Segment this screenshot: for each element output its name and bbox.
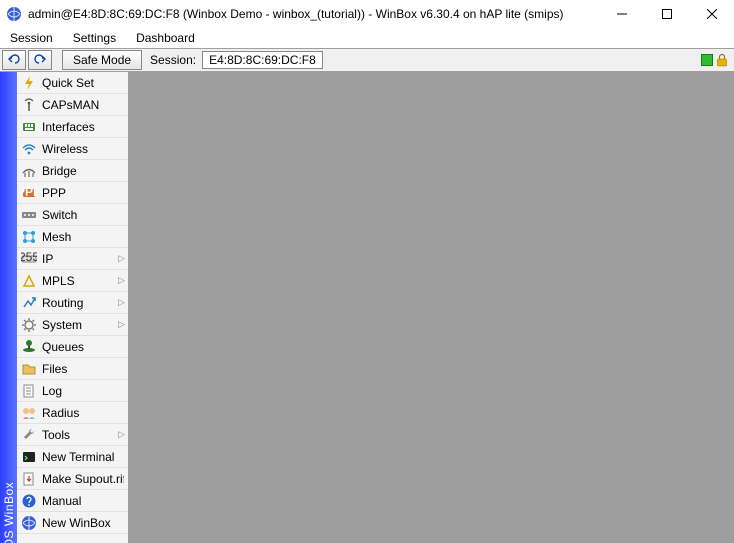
system-icon bbox=[21, 317, 37, 333]
sidebar-item-label: Make Supout.rif bbox=[42, 472, 124, 486]
session-value-box[interactable]: E4:8D:8C:69:DC:F8 bbox=[202, 51, 323, 69]
sidebar-item-quick-set[interactable]: Quick Set bbox=[17, 72, 128, 94]
undo-icon bbox=[7, 53, 21, 68]
window-title: admin@E4:8D:8C:69:DC:F8 (Winbox Demo - w… bbox=[28, 7, 599, 21]
sidebar-item-label: Wireless bbox=[42, 142, 124, 156]
wifi-icon bbox=[21, 141, 37, 157]
sidebar-item-new-terminal[interactable]: New Terminal bbox=[17, 446, 128, 468]
chevron-right-icon: ▷ bbox=[118, 275, 124, 286]
chevron-right-icon: ▷ bbox=[118, 253, 124, 264]
sidebar-item-ppp[interactable]: PPP bbox=[17, 182, 128, 204]
sidebar-item-label: Quick Set bbox=[42, 76, 124, 90]
sidebar-item-label: Switch bbox=[42, 208, 124, 222]
sidebar-item-label: Bridge bbox=[42, 164, 124, 178]
log-icon bbox=[21, 383, 37, 399]
ip-icon bbox=[21, 251, 37, 267]
sidebar-item-label: Tools bbox=[42, 428, 113, 442]
mpls-icon bbox=[21, 273, 37, 289]
minimize-button[interactable] bbox=[599, 0, 644, 28]
undo-button[interactable] bbox=[2, 50, 26, 70]
vertical-brand-bar: outerOS WinBox bbox=[0, 72, 17, 543]
sidebar-item-label: Queues bbox=[42, 340, 124, 354]
tools-icon bbox=[21, 427, 37, 443]
sidebar-item-log[interactable]: Log bbox=[17, 380, 128, 402]
sidebar-item-label: New Terminal bbox=[42, 450, 124, 464]
sidebar-item-label: Files bbox=[42, 362, 124, 376]
chevron-right-icon: ▷ bbox=[118, 319, 124, 330]
ppp-icon bbox=[21, 185, 37, 201]
sidebar-item-make-supout-rif[interactable]: Make Supout.rif bbox=[17, 468, 128, 490]
sidebar-item-tools[interactable]: Tools ▷ bbox=[17, 424, 128, 446]
terminal-icon bbox=[21, 449, 37, 465]
main-area: outerOS WinBox Quick Set CAPsMAN Interface… bbox=[0, 72, 734, 543]
chevron-right-icon: ▷ bbox=[118, 429, 124, 440]
sidebar-item-label: CAPsMAN bbox=[42, 98, 124, 112]
sidebar-item-label: Log bbox=[42, 384, 124, 398]
sidebar-item-label: PPP bbox=[42, 186, 124, 200]
sidebar-item-capsman[interactable]: CAPsMAN bbox=[17, 94, 128, 116]
lock-icon bbox=[716, 53, 728, 67]
sidebar-item-queues[interactable]: Queues bbox=[17, 336, 128, 358]
sidebar-item-label: New WinBox bbox=[42, 516, 124, 530]
files-icon bbox=[21, 361, 37, 377]
sidebar-item-label: Mesh bbox=[42, 230, 124, 244]
redo-icon bbox=[33, 53, 47, 68]
window-controls bbox=[599, 0, 734, 28]
sidebar-item-label: Interfaces bbox=[42, 120, 124, 134]
switch-icon bbox=[21, 207, 37, 223]
sidebar-item-ip[interactable]: IP ▷ bbox=[17, 248, 128, 270]
menu-session[interactable]: Session bbox=[6, 29, 57, 47]
bridge-icon bbox=[21, 163, 37, 179]
menu-settings[interactable]: Settings bbox=[69, 29, 120, 47]
mesh-icon bbox=[21, 229, 37, 245]
toolbar-status bbox=[701, 53, 732, 67]
sidebar-item-system[interactable]: System ▷ bbox=[17, 314, 128, 336]
menubar: Session Settings Dashboard bbox=[0, 28, 734, 48]
winbox-icon bbox=[21, 515, 37, 531]
toolbar: Safe Mode Session: E4:8D:8C:69:DC:F8 bbox=[0, 48, 734, 72]
sidebar-item-mesh[interactable]: Mesh bbox=[17, 226, 128, 248]
sidebar: Quick Set CAPsMAN Interfaces Wireless Bridge… bbox=[17, 72, 129, 543]
redo-button[interactable] bbox=[28, 50, 52, 70]
sidebar-item-label: Radius bbox=[42, 406, 124, 420]
menu-dashboard[interactable]: Dashboard bbox=[132, 29, 199, 47]
status-square-icon bbox=[701, 54, 713, 66]
sidebar-item-radius[interactable]: Radius bbox=[17, 402, 128, 424]
sidebar-item-mpls[interactable]: MPLS ▷ bbox=[17, 270, 128, 292]
antenna-icon bbox=[21, 97, 37, 113]
sidebar-item-routing[interactable]: Routing ▷ bbox=[17, 292, 128, 314]
sidebar-item-label: MPLS bbox=[42, 274, 113, 288]
safe-mode-label: Safe Mode bbox=[73, 53, 131, 67]
vertical-brand-text: outerOS WinBox bbox=[2, 482, 16, 543]
sidebar-item-label: Routing bbox=[42, 296, 113, 310]
app-icon bbox=[6, 6, 22, 22]
sidebar-item-manual[interactable]: Manual bbox=[17, 490, 128, 512]
ethernet-icon bbox=[21, 119, 37, 135]
session-label: Session: bbox=[150, 53, 196, 67]
sidebar-item-new-winbox[interactable]: New WinBox bbox=[17, 512, 128, 534]
workspace bbox=[129, 72, 734, 543]
sidebar-item-wireless[interactable]: Wireless bbox=[17, 138, 128, 160]
sidebar-item-bridge[interactable]: Bridge bbox=[17, 160, 128, 182]
sidebar-item-label: System bbox=[42, 318, 113, 332]
queues-icon bbox=[21, 339, 37, 355]
sidebar-item-interfaces[interactable]: Interfaces bbox=[17, 116, 128, 138]
supout-icon bbox=[21, 471, 37, 487]
chevron-right-icon: ▷ bbox=[118, 297, 124, 308]
bolt-icon bbox=[21, 75, 37, 91]
safe-mode-button[interactable]: Safe Mode bbox=[62, 50, 142, 70]
maximize-button[interactable] bbox=[644, 0, 689, 28]
sidebar-item-label: IP bbox=[42, 252, 113, 266]
manual-icon bbox=[21, 493, 37, 509]
radius-icon bbox=[21, 405, 37, 421]
routing-icon bbox=[21, 295, 37, 311]
sidebar-item-files[interactable]: Files bbox=[17, 358, 128, 380]
session-value: E4:8D:8C:69:DC:F8 bbox=[209, 53, 316, 67]
sidebar-item-label: Manual bbox=[42, 494, 124, 508]
sidebar-item-switch[interactable]: Switch bbox=[17, 204, 128, 226]
titlebar: admin@E4:8D:8C:69:DC:F8 (Winbox Demo - w… bbox=[0, 0, 734, 28]
close-button[interactable] bbox=[689, 0, 734, 28]
